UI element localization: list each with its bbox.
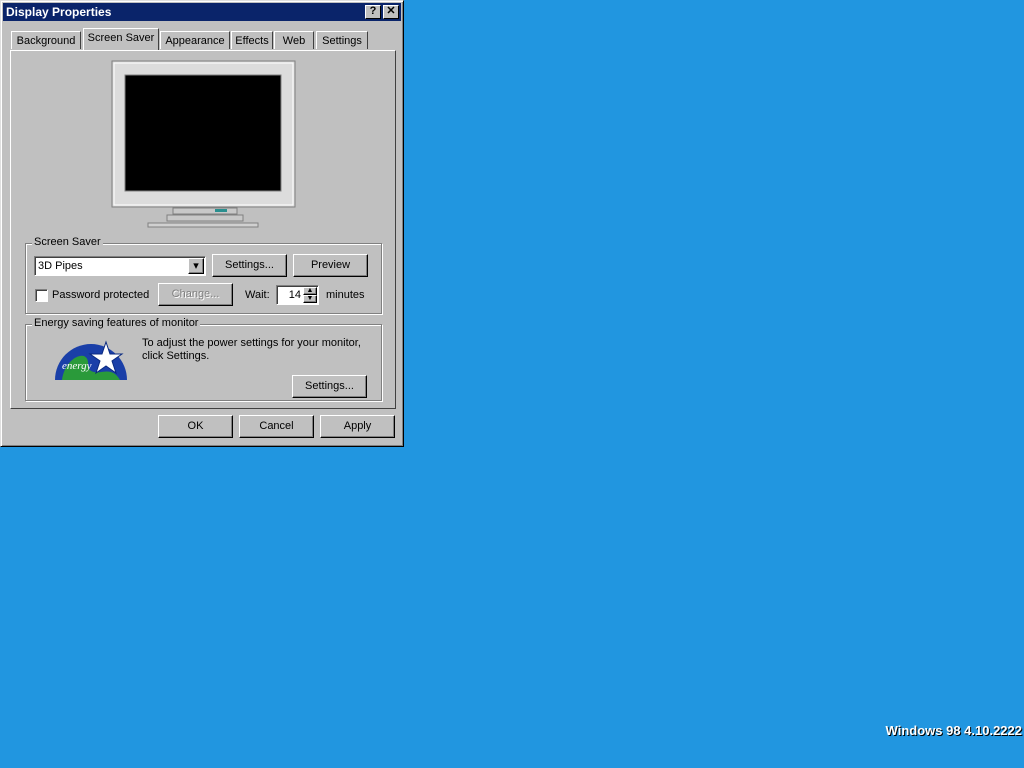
energy-star-logo-icon: energy <box>55 340 127 380</box>
energy-description: To adjust the power settings for your mo… <box>142 337 361 362</box>
energy-logo-text: energy <box>62 360 92 372</box>
wait-down-button[interactable]: ▼ <box>303 295 317 303</box>
chevron-down-icon: ▾ <box>193 260 199 272</box>
tab-appearance[interactable]: Appearance <box>160 31 230 49</box>
screen-saver-group: Screen Saver 3D Pipes ▾ Settings... Prev… <box>25 236 382 314</box>
close-icon: ✕ <box>386 5 396 17</box>
wait-up-button[interactable]: ▲ <box>303 287 317 295</box>
tab-panel: Screen Saver 3D Pipes ▾ Settings... Prev… <box>10 50 396 409</box>
chevron-up-icon: ▲ <box>306 287 314 294</box>
tab-screen-saver[interactable]: Screen Saver <box>83 28 159 50</box>
tab-effects[interactable]: Effects <box>231 31 273 49</box>
chevron-down-icon: ▼ <box>306 295 314 302</box>
wait-label: Wait: <box>245 289 270 301</box>
help-button[interactable]: ? <box>365 5 381 19</box>
dropdown-arrow-button[interactable]: ▾ <box>188 258 204 274</box>
screen-saver-select[interactable]: 3D Pipes ▾ <box>34 256 206 276</box>
password-label[interactable]: Password protected <box>52 289 149 301</box>
energy-group-label: Energy saving features of monitor <box>32 317 201 329</box>
screen-saver-group-label: Screen Saver <box>32 236 103 248</box>
tab-web[interactable]: Web <box>274 31 314 49</box>
help-icon: ? <box>369 5 377 17</box>
change-password-button[interactable]: Change... <box>158 283 233 306</box>
display-properties-window: Display Properties ? ✕ Background Screen… <box>0 0 404 447</box>
preview-button[interactable]: Preview <box>293 254 368 277</box>
energy-settings-button[interactable]: Settings... <box>292 375 367 398</box>
title-bar[interactable]: Display Properties ? ✕ <box>3 3 401 21</box>
minutes-label: minutes <box>326 289 365 301</box>
tab-settings[interactable]: Settings <box>316 31 368 49</box>
windows-version-watermark: Windows 98 4.10.2222 <box>885 723 1022 738</box>
wait-stepper[interactable]: 14 ▲ ▼ <box>276 285 319 305</box>
password-checkbox[interactable] <box>35 289 48 302</box>
window-title: Display Properties <box>6 5 112 19</box>
ok-button[interactable]: OK <box>158 415 233 438</box>
cancel-button[interactable]: Cancel <box>239 415 314 438</box>
apply-button[interactable]: Apply <box>320 415 395 438</box>
wait-value: 14 <box>288 289 301 301</box>
monitor-preview-icon <box>111 60 296 228</box>
energy-group: Energy saving features of monitor energy… <box>25 317 382 401</box>
preview-screen <box>124 74 282 192</box>
tab-background[interactable]: Background <box>11 31 81 49</box>
screen-saver-settings-button[interactable]: Settings... <box>212 254 287 277</box>
screen-saver-select-value: 3D Pipes <box>38 260 83 272</box>
close-button[interactable]: ✕ <box>383 5 399 19</box>
